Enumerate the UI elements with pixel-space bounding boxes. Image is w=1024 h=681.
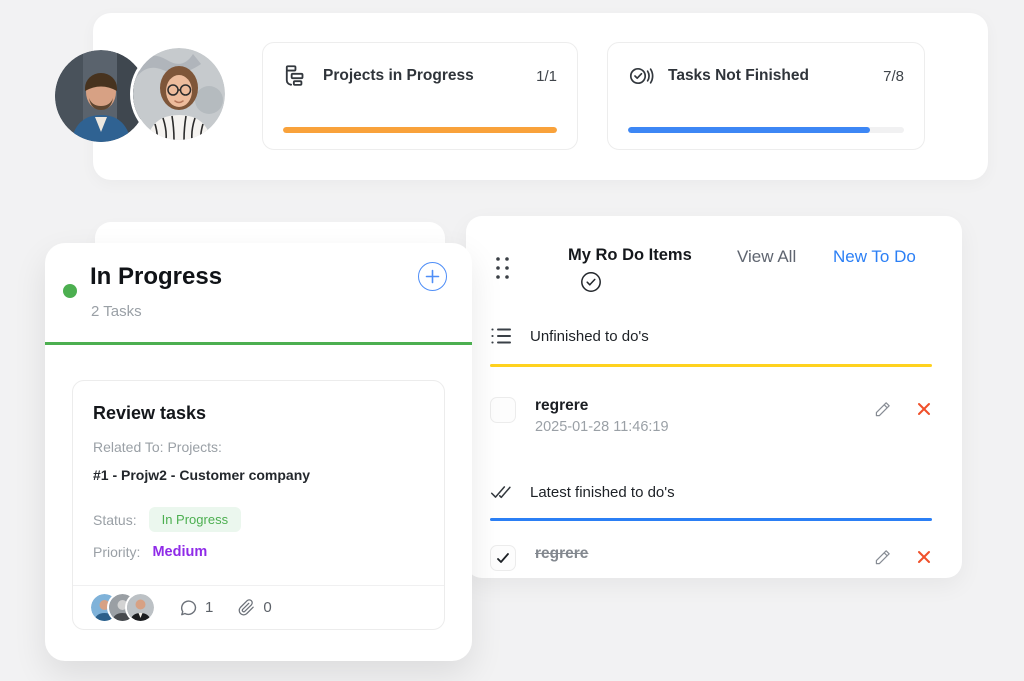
todo-header: My Ro Do Items View All New To Do xyxy=(466,246,962,310)
stat-card-tasks: Tasks Not Finished 7/8 xyxy=(607,42,925,150)
todo-row-unfinished: regrere 2025-01-28 11:46:19 xyxy=(490,397,932,435)
gantt-chart-icon xyxy=(283,63,309,89)
task-footer: 1 0 xyxy=(73,585,444,629)
add-task-button[interactable] xyxy=(418,262,447,291)
status-label: Status: xyxy=(93,512,137,528)
stat-value: 7/8 xyxy=(883,68,904,85)
new-todo-link[interactable]: New To Do xyxy=(833,247,916,267)
column-title: In Progress xyxy=(90,263,222,291)
x-icon[interactable] xyxy=(916,549,932,565)
stat-label: Projects in Progress xyxy=(323,67,474,85)
task-related-label: Related To: Projects: xyxy=(93,439,222,455)
task-card[interactable]: Review tasks Related To: Projects: #1 - … xyxy=(72,380,445,630)
status-dot xyxy=(63,284,77,298)
todo-panel-title: My Ro Do Items xyxy=(568,246,692,265)
status-badge: In Progress xyxy=(149,507,241,532)
stat-value: 1/1 xyxy=(536,68,557,85)
progress-bar-projects xyxy=(283,127,557,133)
task-related-value: #1 - Projw2 - Customer company xyxy=(93,467,310,483)
pencil-icon[interactable] xyxy=(874,400,892,418)
check-circle-waves-icon xyxy=(628,63,654,89)
view-all-link[interactable]: View All xyxy=(737,247,796,267)
finished-section-header: Latest finished to do's xyxy=(490,481,675,503)
stat-card-projects: Projects in Progress 1/1 xyxy=(262,42,578,150)
kanban-column-in-progress: In Progress 2 Tasks Review tasks Related… xyxy=(45,243,472,661)
assignee-avatar xyxy=(127,594,154,621)
unfinished-underline xyxy=(490,364,932,367)
priority-value: Medium xyxy=(152,544,207,560)
pencil-icon[interactable] xyxy=(874,548,892,566)
todo-item-timestamp: 2025-01-28 11:46:19 xyxy=(535,419,669,435)
top-summary-panel: Projects in Progress 1/1 Tasks Not Finis… xyxy=(93,13,988,180)
plus-icon xyxy=(425,269,440,284)
todo-checkbox-checked[interactable] xyxy=(490,545,516,571)
stat-label: Tasks Not Finished xyxy=(668,67,809,85)
priority-label: Priority: xyxy=(93,544,140,560)
avatar-woman xyxy=(133,48,225,140)
finished-underline xyxy=(490,518,932,521)
team-avatars xyxy=(55,48,225,144)
drag-handle-icon[interactable] xyxy=(494,255,514,281)
attachments-count: 0 xyxy=(263,599,271,616)
todo-item-title: regrere xyxy=(535,397,669,415)
todo-item-title-finished: regrere xyxy=(535,545,588,563)
attachments-counter[interactable]: 0 xyxy=(237,598,271,617)
comments-count: 1 xyxy=(205,599,213,616)
unfinished-section-title: Unfinished to do's xyxy=(530,328,649,345)
task-title: Review tasks xyxy=(93,403,206,424)
column-task-count: 2 Tasks xyxy=(91,303,142,320)
list-icon xyxy=(490,325,512,347)
paperclip-icon xyxy=(237,598,256,617)
comments-counter[interactable]: 1 xyxy=(178,598,213,618)
progress-bar-tasks xyxy=(628,127,904,133)
double-check-icon xyxy=(490,481,512,503)
todo-panel: My Ro Do Items View All New To Do Unfini… xyxy=(466,216,962,578)
check-circle-icon xyxy=(580,271,602,293)
todo-checkbox-unchecked[interactable] xyxy=(490,397,516,423)
x-icon[interactable] xyxy=(916,401,932,417)
column-underline xyxy=(45,342,472,345)
comment-bubble-icon xyxy=(178,598,198,618)
todo-row-finished: regrere xyxy=(490,545,932,571)
unfinished-section-header: Unfinished to do's xyxy=(490,325,649,347)
assignee-avatars xyxy=(91,594,154,621)
finished-section-title: Latest finished to do's xyxy=(530,484,675,501)
